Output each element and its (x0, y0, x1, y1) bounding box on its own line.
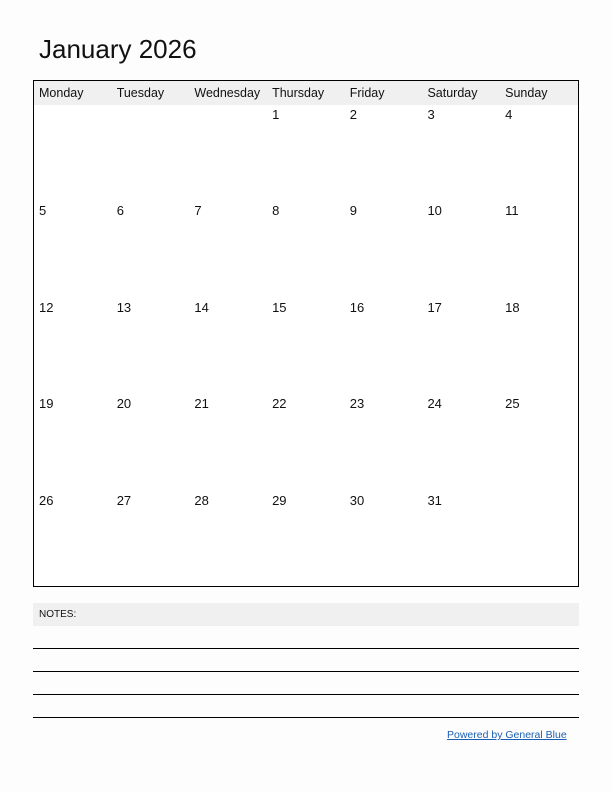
day-cell-1: 1 (272, 107, 280, 122)
note-line[interactable] (33, 649, 579, 672)
weekday-saturday: Saturday (427, 86, 478, 100)
day-cell-27: 27 (116, 492, 132, 508)
day-cell-9: 9 (349, 203, 357, 219)
notes-section: NOTES: (33, 603, 579, 718)
page-title: January 2026 (39, 34, 197, 64)
day-cell-6: 6 (116, 203, 124, 219)
week-row: 12 13 14 15 16 17 18 (34, 298, 578, 394)
weekday-friday: Friday (349, 86, 385, 100)
day-cell-7: 7 (194, 203, 202, 219)
day-cell-4: 4 (505, 107, 513, 122)
week-row: 5 6 7 8 9 10 11 (34, 201, 578, 297)
day-cell-5: 5 (39, 203, 47, 219)
day-cell-31: 31 (427, 492, 442, 508)
weeks-container: 1 2 3 4 5 6 7 8 9 10 11 12 13 14 15 16 17 18 19 20 21 22 23 24 2… (34, 105, 578, 587)
weekday-monday: Monday (39, 86, 84, 100)
day-cell-11: 11 (505, 203, 519, 219)
weekday-wednesday: Wednesday (194, 86, 261, 100)
note-line[interactable] (33, 695, 579, 718)
day-cell-17: 17 (427, 299, 442, 315)
notes-lines (33, 626, 579, 718)
day-cell-21: 21 (194, 396, 209, 412)
day-cell-19: 19 (39, 396, 54, 412)
weekday-header: Monday Tuesday Wednesday Thursday Friday… (34, 81, 578, 105)
day-cell-2: 2 (349, 107, 357, 122)
day-cell-30: 30 (349, 492, 365, 508)
day-cell-empty (34, 105, 112, 201)
day-cell-25: 25 (505, 396, 520, 412)
day-cell-22: 22 (272, 396, 287, 412)
day-cell-empty (112, 105, 190, 201)
day-cell-18: 18 (505, 299, 520, 315)
day-cell-13: 13 (116, 299, 132, 315)
powered-by-link[interactable]: Powered by General Blue (447, 729, 567, 741)
day-cell-28: 28 (194, 492, 209, 508)
day-cell-12: 12 (39, 299, 54, 315)
day-cell-3: 3 (427, 107, 435, 122)
day-cell-10: 10 (427, 203, 442, 219)
note-line[interactable] (33, 672, 579, 695)
day-cell-23: 23 (349, 396, 365, 412)
day-cell-empty (189, 105, 267, 201)
day-cell-empty (500, 491, 578, 587)
weekday-tuesday: Tuesday (116, 86, 165, 100)
notes-label: NOTES: (33, 603, 579, 626)
day-cell-20: 20 (116, 396, 132, 412)
week-row: 1 2 3 4 (34, 105, 578, 201)
week-row: 19 20 21 22 23 24 25 (34, 394, 578, 490)
day-cell-26: 26 (39, 492, 54, 508)
day-cell-14: 14 (194, 299, 209, 315)
day-cell-15: 15 (272, 299, 287, 315)
note-line[interactable] (33, 626, 579, 649)
week-row: 26 27 28 29 30 31 (34, 491, 578, 587)
calendar-grid: Monday Tuesday Wednesday Thursday Friday… (33, 80, 579, 587)
day-cell-24: 24 (427, 396, 442, 412)
day-cell-16: 16 (349, 299, 365, 315)
weekday-sunday: Sunday (505, 86, 548, 100)
day-cell-29: 29 (272, 492, 287, 508)
weekday-thursday: Thursday (272, 86, 325, 100)
day-cell-8: 8 (272, 203, 280, 219)
